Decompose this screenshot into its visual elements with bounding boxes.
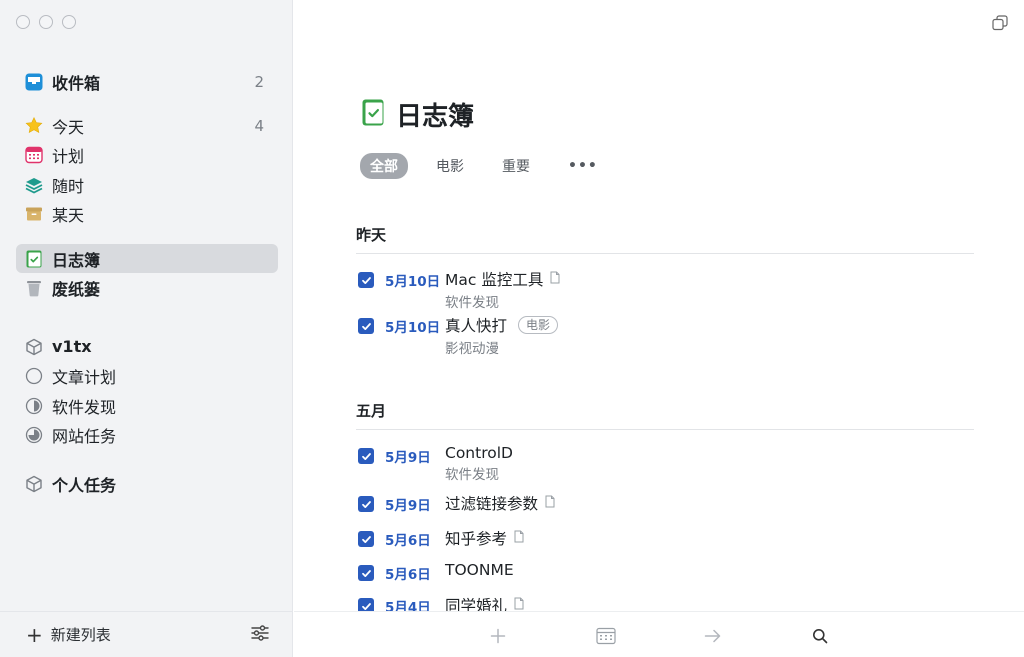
task-title: ControlD: [445, 444, 513, 462]
settings-sliders-icon[interactable]: [251, 624, 269, 646]
task-title: 知乎参考: [445, 530, 508, 548]
task-checkbox[interactable]: [358, 272, 374, 288]
sidebar-item-anytime[interactable]: 随时: [16, 170, 278, 199]
area-cube-icon: [25, 338, 43, 356]
sidebar-item-label: 软件发现: [52, 397, 117, 417]
search-icon[interactable]: [809, 625, 831, 647]
sidebar-area-personal[interactable]: 个人任务: [16, 469, 278, 498]
today-count: 4: [254, 116, 264, 135]
sidebar-item-label: 收件箱: [52, 73, 101, 93]
section-header-yesterday: 昨天: [356, 224, 974, 254]
sidebar-item-label: 计划: [52, 146, 85, 166]
bottom-toolbar: [294, 611, 1024, 657]
arrow-right-move-icon[interactable]: [702, 625, 724, 647]
note-icon: [545, 494, 555, 512]
sidebar-item-inbox[interactable]: 收件箱 2: [16, 67, 278, 96]
task-project: 软件发现: [445, 467, 499, 483]
task-completion-date: 5月9日: [385, 450, 431, 466]
task-checkbox[interactable]: [358, 496, 374, 512]
task-row[interactable]: 5月6日 知乎参考: [358, 527, 524, 549]
sidebar-item-label: 今天: [52, 117, 85, 137]
close-window-button[interactable]: [16, 15, 30, 29]
task-row[interactable]: 5月6日 TOONME: [358, 561, 514, 583]
layers-icon: [25, 176, 43, 194]
new-list-button[interactable]: + 新建列表: [26, 624, 251, 645]
sidebar-item-someday[interactable]: 某天: [16, 199, 278, 228]
tab-more-ellipsis[interactable]: •••: [558, 155, 608, 177]
task-checkbox[interactable]: [358, 448, 374, 464]
sidebar-item-label: 某天: [52, 205, 85, 225]
archive-box-icon: [25, 205, 43, 223]
project-circle-empty-icon: [25, 367, 43, 385]
sidebar-item-trash[interactable]: 废纸篓: [16, 273, 278, 302]
tag-filter-bar: 全部 电影 重要 •••: [360, 153, 608, 179]
task-title: Mac 监控工具: [445, 271, 544, 289]
task-checkbox[interactable]: [358, 318, 374, 334]
page-header: 日志簿: [362, 96, 474, 133]
sidebar-item-label: 网站任务: [52, 426, 117, 446]
sidebar-footer: + 新建列表: [0, 611, 293, 657]
window-controls: [16, 15, 76, 29]
note-icon: [550, 270, 560, 288]
sidebar: 收件箱 2 今天 4 计划 随时 某天 日志簿 废纸篓 v1tx 文章计划 软件…: [0, 0, 293, 657]
logbook-icon: [362, 99, 384, 130]
sidebar-item-today[interactable]: 今天 4: [16, 111, 278, 140]
sidebar-project-website[interactable]: 网站任务: [16, 420, 278, 449]
note-icon: [514, 529, 524, 547]
task-completion-date: 5月10日: [385, 320, 441, 336]
task-checkbox[interactable]: [358, 531, 374, 547]
calendar-icon: [25, 146, 43, 164]
duplicate-window-icon[interactable]: [992, 15, 1008, 35]
tab-movies[interactable]: 电影: [426, 153, 474, 179]
task-title: 过滤链接参数: [445, 495, 539, 513]
task-row[interactable]: 5月10日 Mac 监控工具 软件发现: [358, 268, 560, 311]
task-title: 真人快打: [445, 317, 508, 335]
logbook-icon: [25, 250, 43, 268]
minimize-window-button[interactable]: [39, 15, 53, 29]
task-completion-date: 5月10日: [385, 274, 441, 290]
calendar-when-button[interactable]: [595, 625, 617, 647]
plus-icon: +: [26, 622, 43, 647]
task-completion-date: 5月6日: [385, 533, 431, 549]
task-project: 影视动漫: [445, 341, 499, 357]
add-task-button[interactable]: [487, 625, 509, 647]
area-cube-icon: [25, 475, 43, 493]
section-header-may: 五月: [356, 400, 974, 430]
sidebar-item-logbook[interactable]: 日志簿: [16, 244, 278, 273]
task-row[interactable]: 5月9日 过滤链接参数: [358, 492, 555, 514]
sidebar-item-label: 文章计划: [52, 367, 117, 387]
project-circle-half-icon: [25, 397, 43, 415]
task-completion-date: 5月9日: [385, 498, 431, 514]
star-icon: [25, 116, 43, 135]
sidebar-item-upcoming[interactable]: 计划: [16, 140, 278, 169]
sidebar-project-software[interactable]: 软件发现: [16, 391, 278, 420]
trash-icon: [25, 279, 43, 297]
task-row[interactable]: 5月10日 真人快打 电影 影视动漫: [358, 314, 559, 357]
new-list-label: 新建列表: [50, 626, 111, 644]
project-circle-mostly-icon: [25, 426, 43, 444]
task-project: 软件发现: [445, 295, 499, 311]
sidebar-item-label: 个人任务: [52, 475, 117, 495]
inbox-count: 2: [254, 72, 264, 91]
tab-important[interactable]: 重要: [492, 153, 540, 179]
sidebar-item-label: 废纸篓: [52, 279, 101, 299]
sidebar-project-article-plan[interactable]: 文章计划: [16, 361, 278, 390]
task-title: TOONME: [445, 561, 514, 579]
task-completion-date: 5月6日: [385, 567, 431, 583]
task-checkbox[interactable]: [358, 565, 374, 581]
sidebar-item-label: 日志簿: [52, 250, 101, 270]
main-content: 日志簿 全部 电影 重要 ••• 昨天 5月10日 Mac 监控工具 软件发现 …: [294, 0, 1024, 657]
inbox-icon: [25, 73, 43, 91]
zoom-window-button[interactable]: [62, 15, 76, 29]
sidebar-area-v1tx[interactable]: v1tx: [16, 332, 278, 361]
task-row[interactable]: 5月9日 ControlD 软件发现: [358, 444, 513, 483]
sidebar-item-label: 随时: [52, 176, 85, 196]
page-title: 日志簿: [396, 102, 475, 132]
task-tag[interactable]: 电影: [518, 316, 559, 334]
sidebar-item-label: v1tx: [52, 337, 92, 356]
tab-all[interactable]: 全部: [360, 153, 408, 179]
